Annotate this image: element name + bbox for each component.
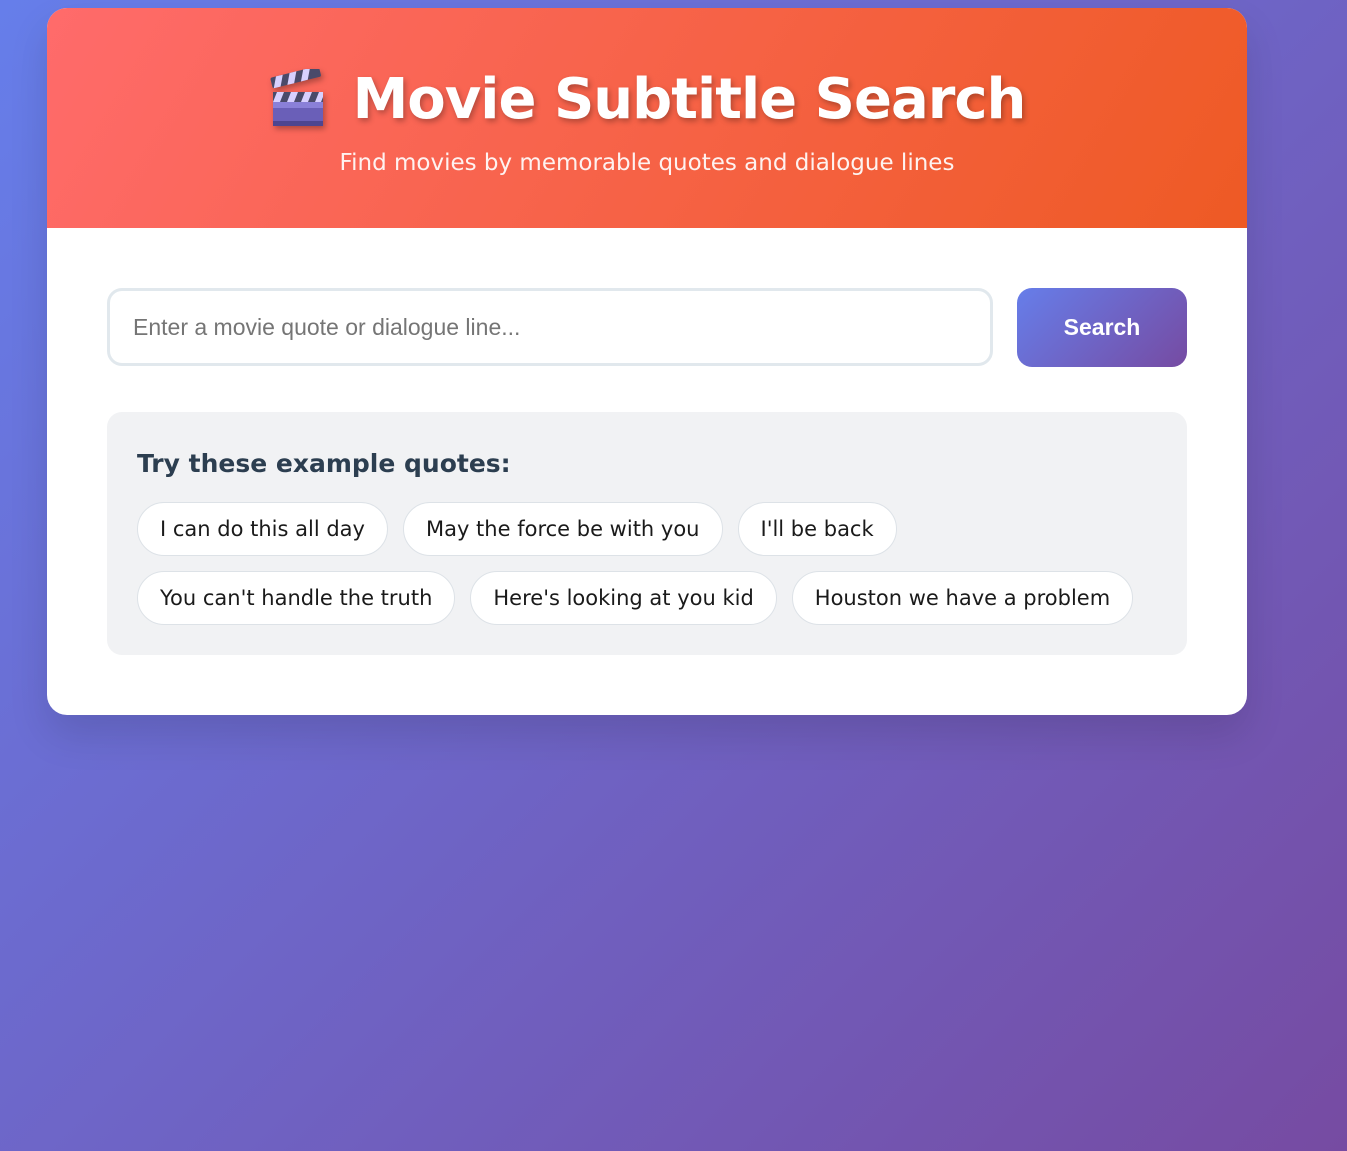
example-quotes-panel: Try these example quotes: I can do this … (107, 412, 1187, 655)
title-row: Movie Subtitle Search (47, 64, 1247, 134)
example-quote-chip[interactable]: May the force be with you (402, 502, 723, 556)
example-quotes-heading: Try these example quotes: (137, 449, 511, 478)
app-header: Movie Subtitle Search Find movies by mem… (47, 8, 1247, 228)
search-area: Search Try these example quotes: I can d… (47, 228, 1247, 715)
search-card: Movie Subtitle Search Find movies by mem… (47, 8, 1247, 715)
search-button[interactable]: Search (1017, 288, 1187, 367)
example-quote-chip[interactable]: I'll be back (737, 502, 897, 556)
example-quotes-list: I can do this all day May the force be w… (137, 502, 1167, 625)
example-quote-chip[interactable]: I can do this all day (137, 502, 388, 556)
page-title: Movie Subtitle Search (352, 66, 1027, 132)
example-quote-chip[interactable]: Houston we have a problem (791, 571, 1134, 625)
search-input[interactable] (107, 288, 993, 366)
example-quote-chip[interactable]: You can't handle the truth (137, 571, 456, 625)
example-quote-chip[interactable]: Here's looking at you kid (470, 571, 777, 625)
clapperboard-icon (270, 69, 323, 126)
page-subtitle: Find movies by memorable quotes and dial… (339, 150, 955, 176)
